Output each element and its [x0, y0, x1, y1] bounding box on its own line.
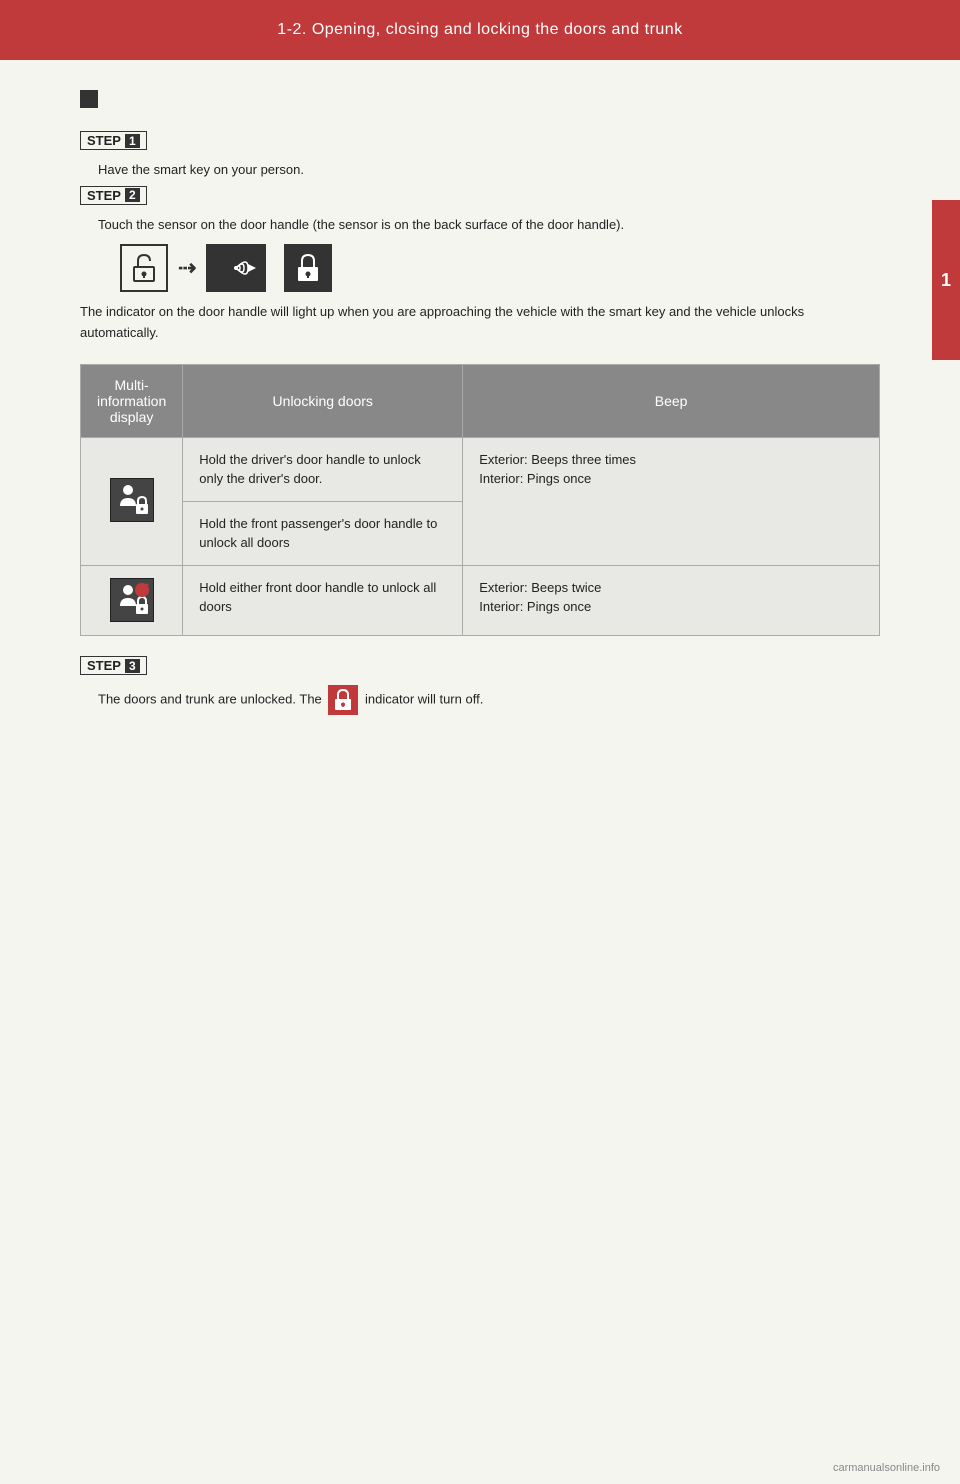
- header-title: 1-2. Opening, closing and locking the do…: [277, 21, 682, 39]
- table-icon-person-lock-crossed: [110, 578, 154, 622]
- table-row2-icon-cell: [81, 565, 183, 636]
- table-col1-header: Multi-information display: [81, 364, 183, 437]
- step2-icons-row: ⇢: [120, 244, 880, 292]
- step3-inline-lock-icon: [328, 685, 358, 715]
- signal-icon: [206, 244, 266, 292]
- watermark: carmanualsonline.info: [833, 1462, 940, 1474]
- table-row2-beep: Exterior: Beeps twice Interior: Pings on…: [463, 565, 880, 636]
- step2-sub-text: The indicator on the door handle will li…: [80, 302, 880, 344]
- table-row1-text1: Hold the driver's door handle to unlock …: [183, 437, 463, 501]
- step3-num: 3: [125, 659, 140, 673]
- table-col2-header: Unlocking doors: [183, 364, 463, 437]
- step2-text: Touch the sensor on the door handle (the…: [98, 215, 880, 235]
- step1-label: STEP 1: [80, 131, 147, 150]
- lock-icon-filled: [284, 244, 332, 292]
- table-icon-person-lock: [110, 478, 154, 522]
- step2-num: 2: [125, 188, 140, 202]
- step3-label: STEP 3: [80, 656, 147, 675]
- table-row1-beep: Exterior: Beeps three times Interior: Pi…: [463, 437, 880, 565]
- info-table: Multi-information display Unlocking door…: [80, 364, 880, 637]
- table-row2-text: Hold either front door handle to unlock …: [183, 565, 463, 636]
- step1-num: 1: [125, 134, 140, 148]
- header-bar: 1-2. Opening, closing and locking the do…: [0, 0, 960, 60]
- step2-container: STEP 2: [80, 186, 880, 211]
- table-col3-header: Beep: [463, 364, 880, 437]
- main-content: STEP 1 Have the smart key on your person…: [0, 60, 960, 761]
- step3-container: STEP 3: [80, 656, 880, 681]
- separator-arrow: ⇢: [178, 255, 196, 281]
- table-row-2: Hold either front door handle to unlock …: [81, 565, 880, 636]
- table-row1b-text2: Hold the front passenger's door handle t…: [183, 501, 463, 565]
- table-row1-icon-cell: [81, 437, 183, 565]
- step2-label: STEP 2: [80, 186, 147, 205]
- step1-text: Have the smart key on your person.: [98, 160, 880, 180]
- table-row-1: Hold the driver's door handle to unlock …: [81, 437, 880, 501]
- section-marker: [80, 90, 98, 108]
- step3-text: The doors and trunk are unlocked. The in…: [98, 685, 880, 715]
- step1-container: STEP 1: [80, 131, 880, 156]
- unlock-icon-outline: [120, 244, 168, 292]
